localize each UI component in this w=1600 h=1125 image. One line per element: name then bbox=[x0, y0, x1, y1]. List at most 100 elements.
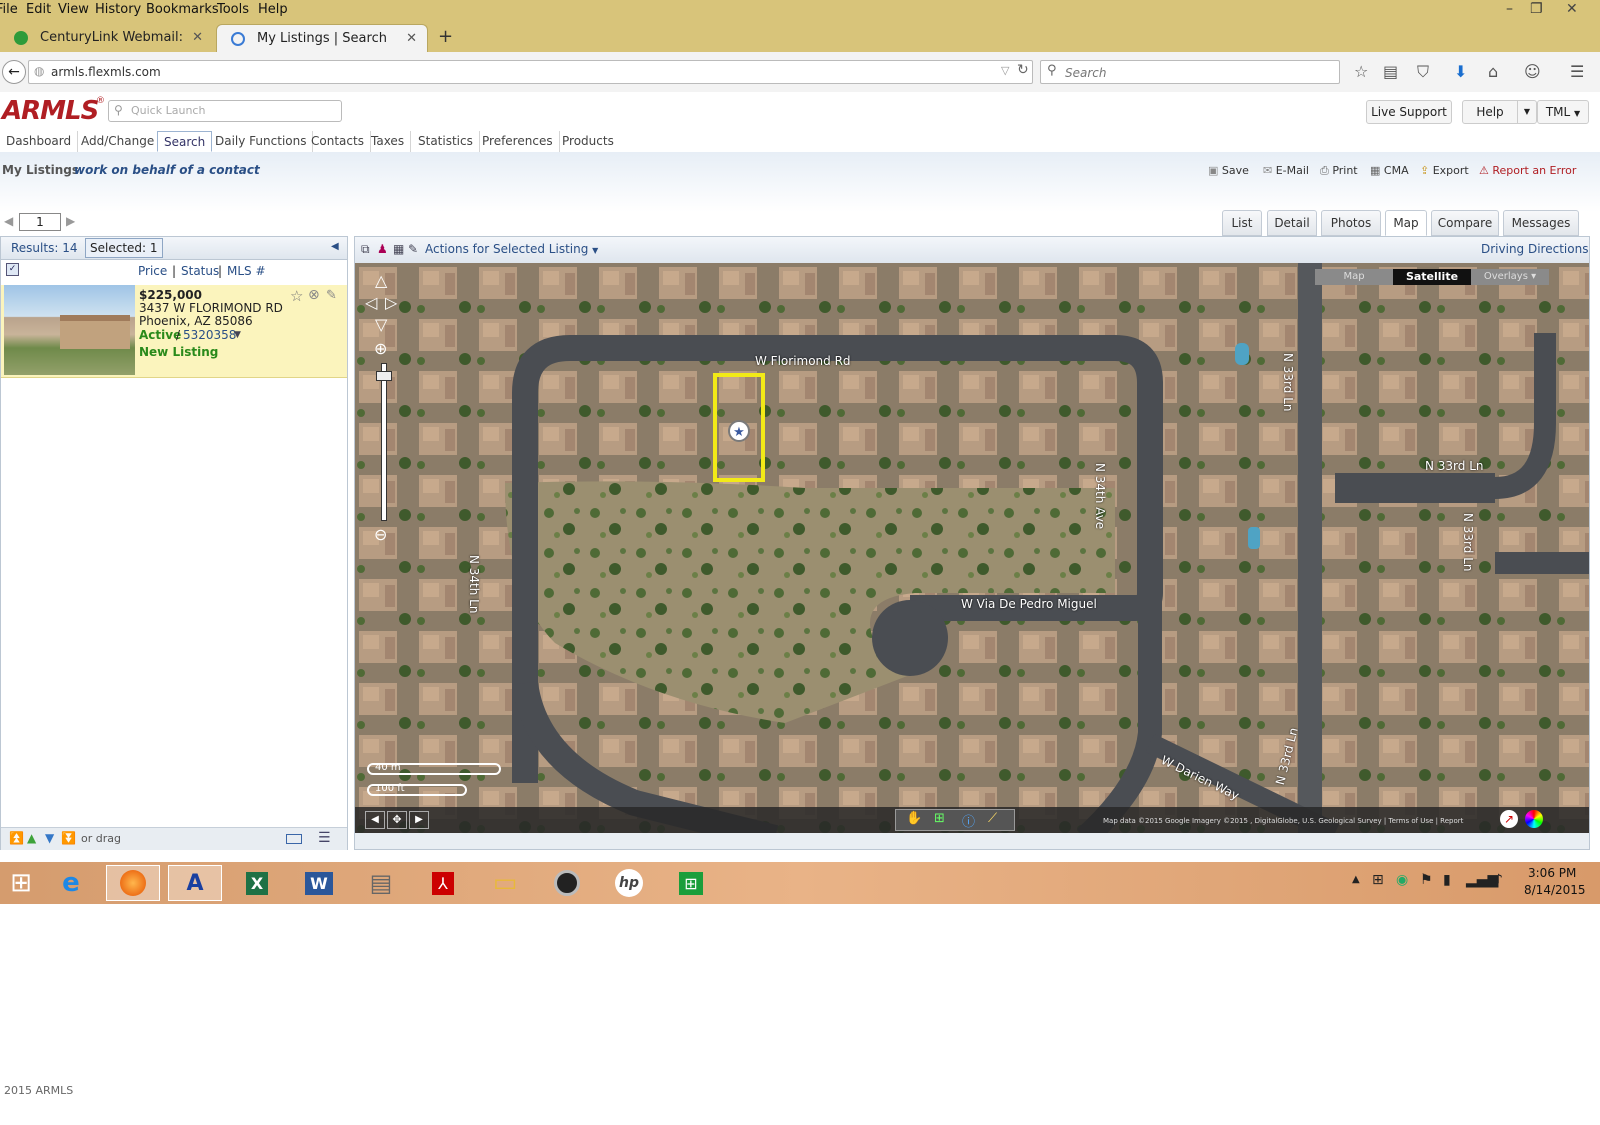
minimize-icon[interactable]: – bbox=[1506, 1, 1513, 17]
battery-icon[interactable]: ▮ bbox=[1443, 872, 1451, 888]
pan-hand-icon[interactable]: ✋ bbox=[906, 811, 922, 826]
save-button[interactable]: ▣ Save bbox=[1208, 164, 1249, 177]
view-tab-photos[interactable]: Photos bbox=[1321, 210, 1381, 236]
menu-history[interactable]: History bbox=[95, 2, 141, 17]
map-type-map-button[interactable]: Map bbox=[1315, 269, 1393, 285]
compass-icon[interactable]: ↗ bbox=[1500, 810, 1518, 828]
tab-search[interactable]: Search bbox=[157, 131, 213, 152]
mls-dropdown-icon[interactable]: ▼ bbox=[234, 330, 241, 340]
zoom-out-icon[interactable]: ⊖ bbox=[374, 525, 387, 544]
notes-icon[interactable]: ✎ bbox=[326, 288, 337, 303]
draw-shape-icon[interactable]: ⊞ bbox=[934, 811, 945, 826]
start-button[interactable]: ⊞ bbox=[0, 865, 48, 901]
word-button[interactable]: W bbox=[292, 865, 346, 901]
move-bottom-icon[interactable]: ⏬ bbox=[61, 831, 76, 845]
help-button[interactable]: Help bbox=[1462, 100, 1518, 124]
work-on-behalf-link[interactable]: work on behalf of a contact bbox=[74, 163, 260, 177]
actions-selected-listing-menu[interactable]: Actions for Selected Listing ▼ bbox=[425, 242, 598, 256]
next-icon[interactable]: ▶ bbox=[409, 811, 429, 829]
print-button[interactable]: ⎙ Print bbox=[1320, 164, 1358, 178]
move-down-icon[interactable]: ▼ bbox=[45, 831, 54, 845]
tab-taxes[interactable]: Taxes bbox=[365, 131, 412, 152]
dropdown-icon[interactable]: ▽ bbox=[1001, 64, 1009, 77]
move-top-icon[interactable]: ⏫ bbox=[9, 831, 24, 845]
tab-statistics[interactable]: Statistics bbox=[412, 131, 480, 152]
menu-edit[interactable]: Edit bbox=[26, 2, 51, 17]
quick-launch-input[interactable]: ⚲ Quick Launch bbox=[108, 100, 342, 122]
listing-mls-link[interactable]: 5320358 bbox=[183, 328, 236, 342]
reject-icon[interactable]: ⊗ bbox=[308, 287, 320, 303]
back-icon[interactable]: ← bbox=[2, 60, 26, 84]
prev-icon[interactable]: ◀ bbox=[365, 811, 385, 829]
menu-tools[interactable]: Tools bbox=[217, 2, 249, 17]
action-center-icon[interactable]: ⚑ bbox=[1420, 872, 1433, 888]
tab-contacts[interactable]: Contacts bbox=[305, 131, 371, 152]
fit-all-icon[interactable]: ✥ bbox=[387, 811, 407, 829]
listing-row[interactable]: ✓ 1 $225,000 3437 W FLORIMOND RD Phoenix… bbox=[1, 285, 347, 378]
satellite-map[interactable]: ★ W Florimond Rd N 34th Ave N 34th Ln W … bbox=[355, 263, 1589, 833]
clock-time[interactable]: 3:06 PM bbox=[1528, 866, 1576, 880]
bookmark-star-icon[interactable]: ☆ bbox=[1354, 62, 1368, 81]
sort-mls-link[interactable]: MLS # bbox=[227, 264, 266, 278]
windows-flag-icon[interactable]: ⊞ bbox=[1372, 872, 1384, 888]
single-view-icon[interactable] bbox=[286, 834, 302, 844]
map-type-satellite-button[interactable]: Satellite bbox=[1393, 269, 1471, 285]
collapse-pane-icon[interactable]: ◀ bbox=[331, 241, 339, 252]
new-tab-icon[interactable]: + bbox=[438, 26, 453, 47]
tab-webmail[interactable]: CenturyLink Webmail: Inbox ✕ bbox=[0, 24, 213, 73]
tab-dashboard[interactable]: Dashboard bbox=[0, 131, 79, 152]
selected-count[interactable]: Selected: 1 bbox=[85, 238, 163, 258]
select-all-checkbox[interactable]: ✓ bbox=[6, 263, 19, 276]
listing-photo[interactable] bbox=[4, 285, 135, 375]
pan-left-icon[interactable]: ◁ bbox=[365, 293, 377, 312]
zoom-handle[interactable] bbox=[376, 371, 392, 381]
favorite-star-icon[interactable]: ☆ bbox=[290, 287, 303, 305]
acrobat-button[interactable]: ⅄ bbox=[416, 865, 470, 901]
menu-view[interactable]: View bbox=[58, 2, 89, 17]
file-explorer-button[interactable]: ▭ bbox=[478, 865, 532, 901]
pan-right-icon[interactable]: ▷ bbox=[385, 293, 397, 312]
close-tab-icon[interactable]: ✕ bbox=[192, 24, 203, 52]
view-tab-list[interactable]: List bbox=[1222, 210, 1262, 236]
pan-up-icon[interactable]: △ bbox=[375, 271, 387, 290]
tab-my-listings[interactable]: My Listings | Search Result... ✕ bbox=[216, 24, 428, 74]
reload-icon[interactable]: ↻ bbox=[1017, 62, 1029, 78]
tab-preferences[interactable]: Preferences bbox=[476, 131, 560, 152]
download-icon[interactable]: ⬇ bbox=[1454, 62, 1467, 81]
file-cabinet-button[interactable]: ▤ bbox=[354, 865, 408, 901]
next-page-icon[interactable]: ▶ bbox=[66, 214, 75, 228]
app-button[interactable]: A bbox=[168, 865, 222, 901]
hamburger-menu-icon[interactable]: ☰ bbox=[1570, 62, 1584, 81]
sort-status-link[interactable]: Status bbox=[181, 264, 219, 278]
media-button[interactable] bbox=[540, 865, 594, 901]
contact-icon[interactable]: ♟ bbox=[377, 242, 388, 256]
view-tab-detail[interactable]: Detail bbox=[1267, 210, 1317, 236]
user-menu-button[interactable]: TML ▼ bbox=[1537, 100, 1589, 124]
cma-button[interactable]: ▦ CMA bbox=[1370, 164, 1409, 177]
pocket-icon[interactable]: ⛉ bbox=[1417, 62, 1429, 82]
menu-bookmarks[interactable]: Bookmarks bbox=[146, 2, 219, 17]
view-tab-messages[interactable]: Messages bbox=[1503, 210, 1579, 236]
expand-icon[interactable]: ⧉ bbox=[361, 242, 370, 257]
report-error-button[interactable]: ⚠ Report an Error bbox=[1479, 164, 1576, 177]
pan-down-icon[interactable]: ▽ bbox=[375, 315, 387, 334]
zoom-slider[interactable] bbox=[381, 363, 387, 521]
clock-date[interactable]: 8/14/2015 bbox=[1524, 883, 1586, 897]
url-bar[interactable]: ◍ armls.flexmls.com ▽ ↻ bbox=[28, 60, 1033, 84]
overlays-button[interactable]: Overlays ▾ bbox=[1471, 269, 1549, 285]
bookmarks-list-icon[interactable]: ▤ bbox=[1383, 62, 1398, 81]
color-wheel-icon[interactable] bbox=[1525, 810, 1543, 828]
email-button[interactable]: ✉ E-Mail bbox=[1263, 164, 1309, 177]
driving-directions-link[interactable]: Driving Directions bbox=[1481, 242, 1588, 256]
live-support-button[interactable]: Live Support bbox=[1366, 100, 1452, 124]
close-tab-icon[interactable]: ✕ bbox=[406, 25, 417, 53]
view-tab-map[interactable]: Map bbox=[1385, 210, 1427, 236]
restore-icon[interactable]: ❐ bbox=[1530, 1, 1543, 17]
close-window-icon[interactable]: ✕ bbox=[1566, 1, 1578, 17]
armls-logo[interactable]: ARMLS bbox=[2, 96, 99, 126]
measure-icon[interactable]: ⟋ bbox=[988, 811, 997, 826]
tab-add-change[interactable]: Add/Change bbox=[75, 131, 162, 152]
export-button[interactable]: ⇪ Export bbox=[1420, 164, 1469, 177]
menu-file[interactable]: File bbox=[0, 2, 18, 17]
security-icon[interactable]: ◉ bbox=[1396, 872, 1408, 888]
